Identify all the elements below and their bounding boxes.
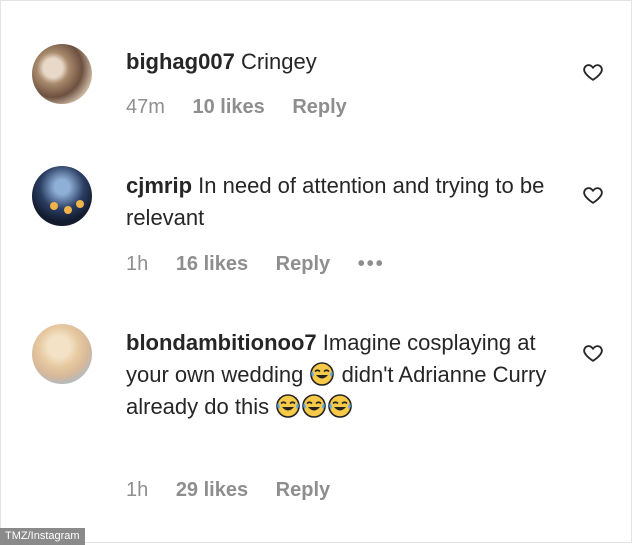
reply-button[interactable]: Reply	[276, 253, 330, 275]
reply-button[interactable]: Reply	[292, 96, 346, 118]
comment-body: Cringey	[240, 49, 317, 74]
reply-button[interactable]: Reply	[276, 479, 330, 501]
avatar[interactable]	[32, 324, 92, 384]
comment-text: bighag007 Cringey	[126, 46, 546, 78]
heart-outline-icon[interactable]	[582, 184, 604, 206]
comment-likes[interactable]: 10 likes	[192, 96, 264, 118]
comment-meta: 47m 10 likes Reply	[126, 96, 369, 119]
comment-username[interactable]: cjmrip	[126, 173, 192, 198]
face-with-tears-of-joy-icon	[328, 394, 353, 418]
face-with-tears-of-joy-icon	[276, 394, 301, 418]
comment-time: 47m	[126, 96, 165, 118]
comment-time: 1h	[126, 479, 149, 501]
face-with-tears-of-joy-icon	[310, 362, 335, 386]
comment-likes[interactable]: 29 likes	[176, 479, 248, 501]
comment-username[interactable]: bighag007	[126, 49, 235, 74]
comment-text: cjmrip In need of attention and trying t…	[126, 170, 546, 234]
comment-meta: 1h 16 likes Reply •••	[126, 253, 407, 276]
heart-outline-icon[interactable]	[582, 342, 604, 364]
comment-likes[interactable]: 16 likes	[176, 253, 248, 275]
comment-time: 1h	[126, 253, 149, 275]
comment-meta: 1h 29 likes Reply	[126, 479, 352, 502]
comment-text: blondambitionoo7 Imagine cosplaying at y…	[126, 327, 556, 423]
face-with-tears-of-joy-icon	[302, 394, 327, 418]
avatar[interactable]	[32, 44, 92, 104]
more-options-icon[interactable]: •••	[358, 253, 385, 275]
avatar[interactable]	[32, 166, 92, 226]
image-credit: TMZ/Instagram	[0, 528, 85, 545]
comment-username[interactable]: blondambitionoo7	[126, 330, 317, 355]
heart-outline-icon[interactable]	[582, 61, 604, 83]
